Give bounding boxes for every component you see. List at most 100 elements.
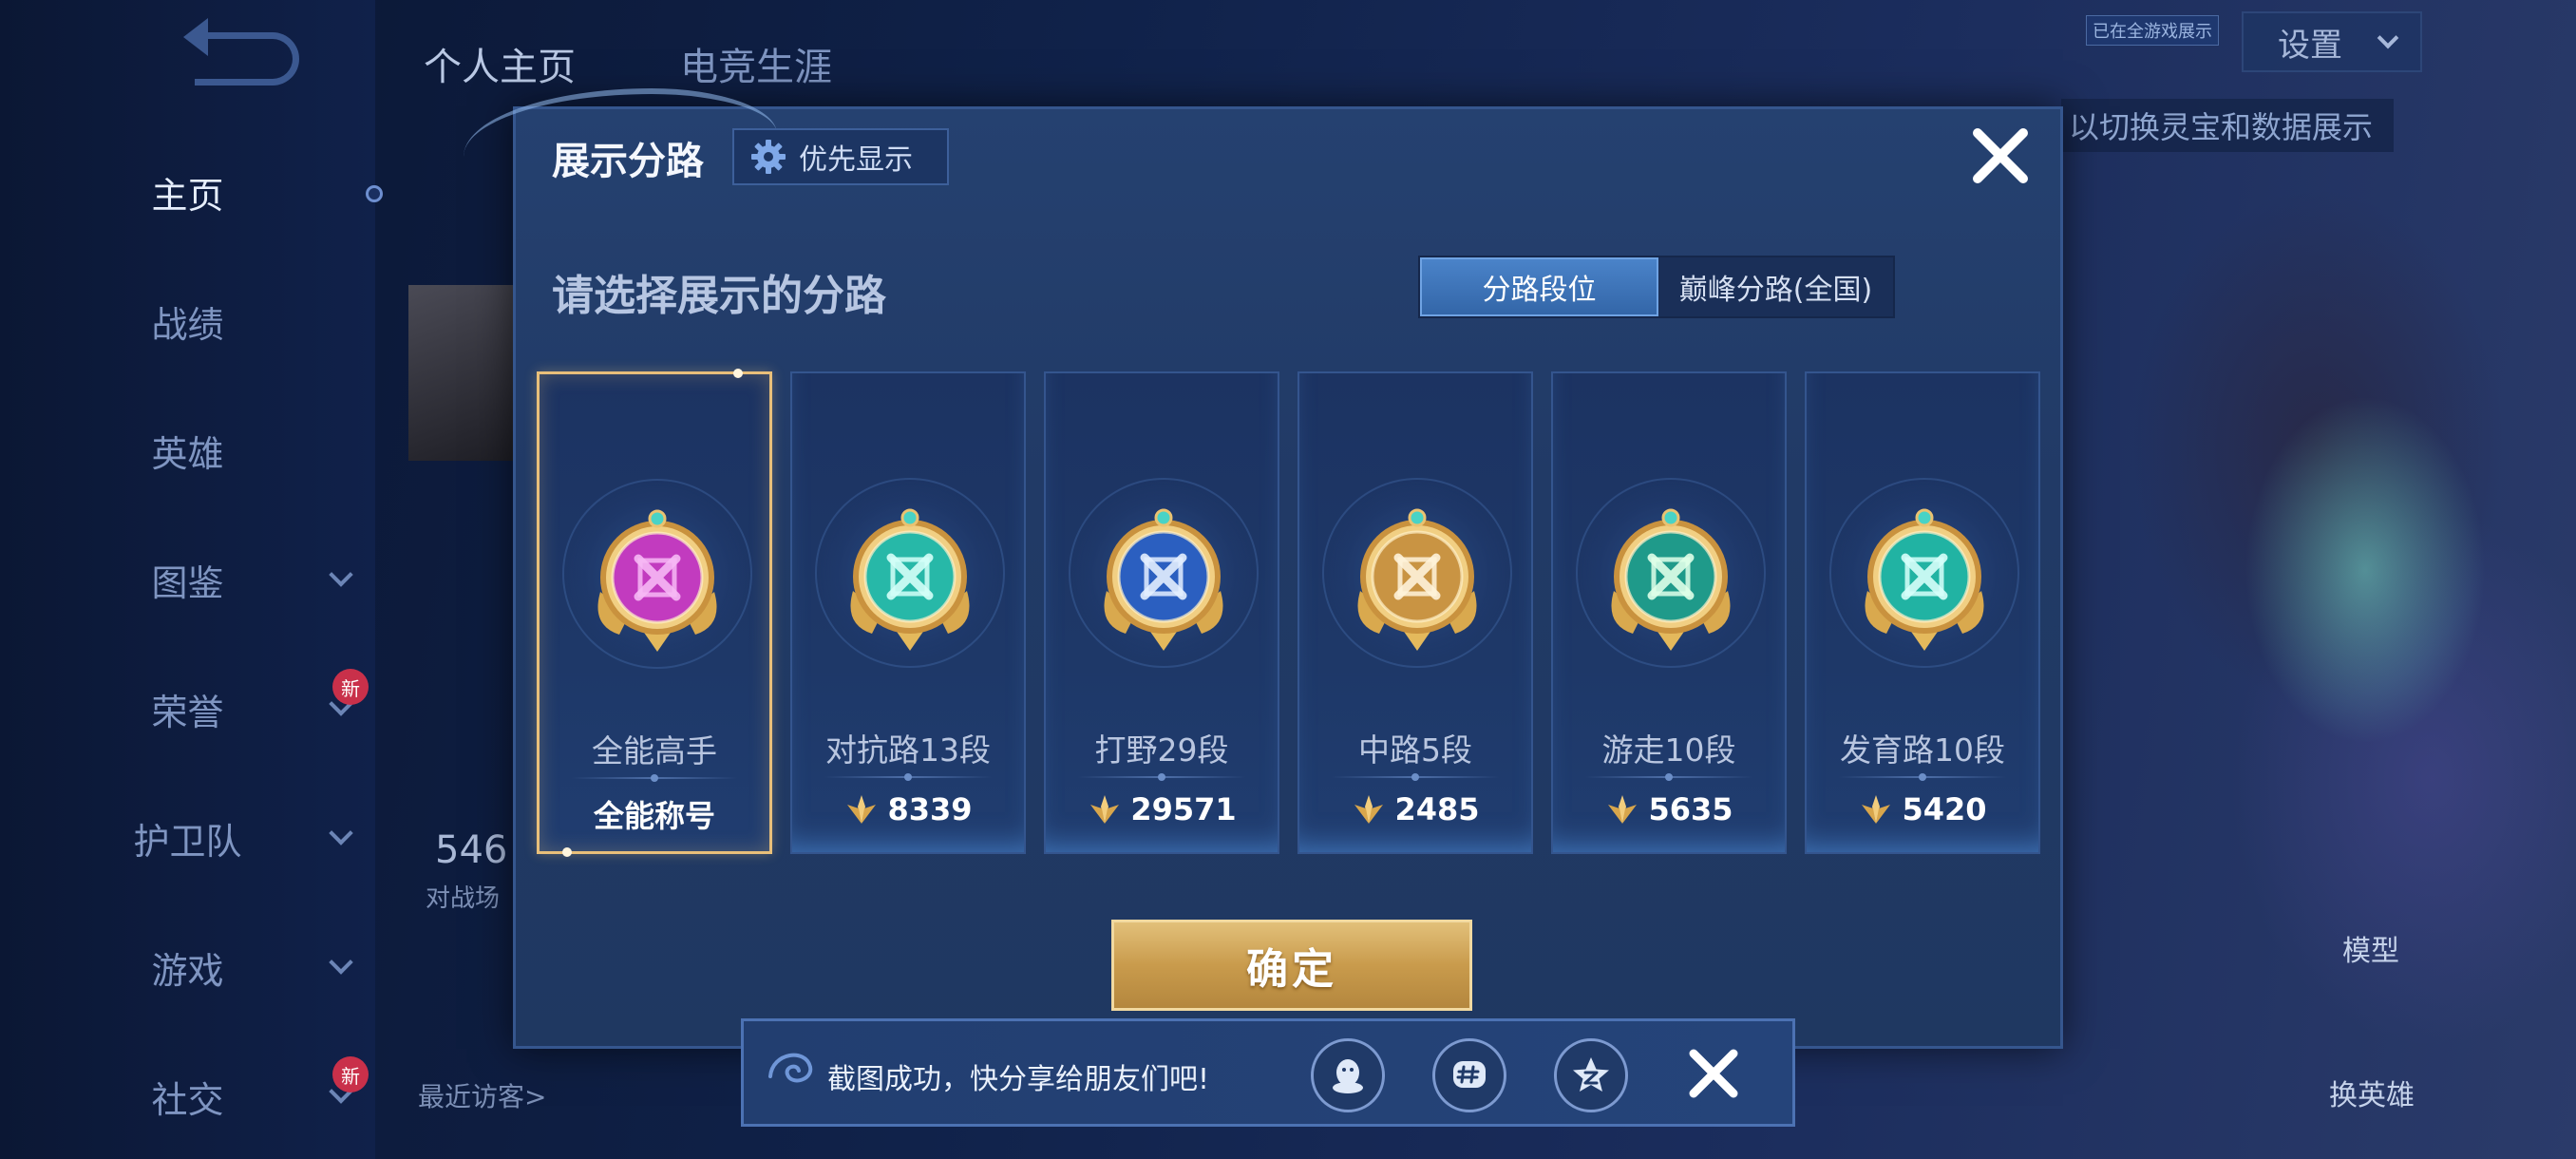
sidebar-item-label: 社交 bbox=[151, 1078, 224, 1121]
lane-card[interactable]: 中路5段 2485 bbox=[1297, 371, 1533, 854]
sidebar-item-label: 图鉴 bbox=[151, 561, 224, 604]
lane-score: 29571 bbox=[1046, 791, 1278, 827]
roam-icon bbox=[1611, 508, 1731, 651]
lane-card[interactable]: 全能高手 全能称号 bbox=[537, 369, 772, 857]
score-icon bbox=[1090, 795, 1120, 824]
toast-close-button[interactable] bbox=[1680, 1040, 1747, 1107]
close-icon bbox=[1973, 128, 2028, 183]
divider bbox=[1839, 773, 2006, 781]
lane-name: 发育路10段 bbox=[1840, 732, 2005, 769]
left-nav: 主页 战绩 英雄 图鉴 荣誉新护卫队 游戏 社交新 bbox=[0, 0, 383, 1159]
switch-hero-button[interactable]: 换英雄 bbox=[2329, 1072, 2415, 1113]
settings-label: 设置 bbox=[2278, 26, 2342, 65]
lane-name: 中路5段 bbox=[1358, 732, 1472, 769]
chevron-down-icon bbox=[329, 821, 353, 846]
sidebar-item-7[interactable]: 社交 新 bbox=[0, 1056, 375, 1134]
stat-caption: 对战场 bbox=[426, 884, 501, 913]
qq-icon bbox=[1333, 1059, 1363, 1093]
tab-esports-career[interactable]: 电竞生涯 bbox=[680, 36, 832, 91]
dialog-title: 展示分路 bbox=[552, 140, 704, 183]
lane-score-value: 2485 bbox=[1394, 791, 1480, 827]
sidebar-item-0[interactable]: 主页 bbox=[0, 154, 375, 230]
chevron-down-icon bbox=[329, 562, 353, 587]
divider bbox=[1078, 773, 1245, 781]
score-icon bbox=[1608, 795, 1638, 824]
lane-score-value: 5420 bbox=[1902, 791, 1987, 827]
sidebar-item-label: 荣誉 bbox=[151, 691, 224, 733]
divider bbox=[1332, 773, 1499, 781]
lane-name: 打野29段 bbox=[1094, 732, 1229, 769]
all-round-icon bbox=[597, 509, 717, 652]
sidebar-item-label: 战绩 bbox=[151, 303, 224, 346]
new-badge: 新 bbox=[332, 669, 369, 705]
recent-visitors-link[interactable]: 最近访客> bbox=[418, 1076, 546, 1114]
share-wechat-button[interactable] bbox=[1432, 1038, 1506, 1112]
sidebar-item-4[interactable]: 荣誉 新 bbox=[0, 669, 375, 747]
lane-name: 对抗路13段 bbox=[825, 732, 991, 769]
screenshot-toast: 截图成功，快分享给朋友们吧! bbox=[741, 1018, 1795, 1127]
sidebar-item-6[interactable]: 游戏 bbox=[0, 929, 375, 1005]
display-badge: 已在全游戏展示 bbox=[2086, 15, 2219, 46]
stat-number: 546 bbox=[435, 828, 508, 872]
farm-lane-icon bbox=[1865, 508, 1984, 651]
settings-button[interactable]: 设置 bbox=[2242, 11, 2422, 72]
lane-score: 2485 bbox=[1299, 791, 1531, 827]
divider bbox=[824, 773, 992, 781]
lane-score: 8339 bbox=[792, 791, 1024, 827]
corner-dot bbox=[562, 847, 572, 857]
divider bbox=[572, 774, 737, 782]
lane-score-value: 29571 bbox=[1130, 791, 1237, 827]
score-icon bbox=[1354, 795, 1384, 824]
tab-peak-lane-national[interactable]: 巅峰分路(全国) bbox=[1658, 257, 1893, 316]
share-qzone-button[interactable] bbox=[1554, 1038, 1628, 1112]
back-button[interactable] bbox=[183, 18, 299, 86]
sidebar-item-label: 英雄 bbox=[151, 432, 224, 475]
lane-score-value: 5635 bbox=[1648, 791, 1733, 827]
corner-dot bbox=[733, 369, 743, 378]
chevron-down-icon bbox=[329, 950, 353, 975]
lane-score-value: 全能称号 bbox=[593, 798, 715, 834]
share-qq-button[interactable] bbox=[1311, 1038, 1385, 1112]
jungle-icon bbox=[1104, 508, 1223, 651]
sidebar-item-1[interactable]: 战绩 bbox=[0, 283, 375, 359]
mid-lane-icon bbox=[1357, 508, 1477, 651]
priority-display-label: 优先显示 bbox=[799, 143, 913, 177]
sidebar-item-label: 游戏 bbox=[151, 949, 224, 992]
new-badge: 新 bbox=[332, 1056, 369, 1092]
tab-lane-rank[interactable]: 分路段位 bbox=[1420, 257, 1658, 316]
sidebar-item-label: 主页 bbox=[151, 174, 224, 217]
lane-card[interactable]: 对抗路13段 8339 bbox=[790, 371, 1026, 854]
priority-display-button[interactable]: 优先显示 bbox=[732, 128, 949, 185]
qzone-icon bbox=[1573, 1057, 1609, 1092]
lane-name: 全能高手 bbox=[592, 732, 717, 770]
lane-mode-toggle: 分路段位 巅峰分路(全国) bbox=[1418, 256, 1895, 318]
dialog-subtitle: 请选择展示的分路 bbox=[552, 272, 886, 320]
close-button[interactable] bbox=[1967, 123, 2034, 189]
sidebar-item-label: 护卫队 bbox=[133, 820, 242, 863]
lane-score: 5635 bbox=[1553, 791, 1785, 827]
tab-profile[interactable]: 个人主页 bbox=[424, 36, 576, 91]
lane-score: 全能称号 bbox=[540, 792, 769, 836]
clash-lane-icon bbox=[850, 508, 970, 651]
score-icon bbox=[1862, 795, 1891, 824]
active-indicator bbox=[366, 185, 383, 202]
lane-card[interactable]: 发育路10段 5420 bbox=[1805, 371, 2040, 854]
swirl-icon bbox=[768, 1053, 813, 1083]
switch-hint: 以切换灵宝和数据展示 bbox=[2061, 99, 2394, 152]
chevron-down-icon bbox=[2377, 27, 2399, 49]
sidebar-item-2[interactable]: 英雄 bbox=[0, 412, 375, 488]
sidebar-item-3[interactable]: 图鉴 bbox=[0, 542, 375, 618]
lane-card[interactable]: 游走10段 5635 bbox=[1551, 371, 1787, 854]
model-button[interactable]: 模型 bbox=[2342, 927, 2399, 969]
confirm-button[interactable]: 确定 bbox=[1111, 920, 1472, 1011]
toast-message: 截图成功，快分享给朋友们吧! bbox=[827, 1063, 1210, 1096]
wechat-moments-icon bbox=[1453, 1061, 1486, 1088]
close-icon bbox=[1689, 1049, 1738, 1098]
score-icon bbox=[847, 795, 877, 824]
lane-card[interactable]: 打野29段 29571 bbox=[1044, 371, 1279, 854]
lane-score: 5420 bbox=[1807, 791, 2038, 827]
lane-name: 游走10段 bbox=[1601, 732, 1736, 769]
divider bbox=[1585, 773, 1752, 781]
sidebar-item-5[interactable]: 护卫队 bbox=[0, 800, 375, 876]
gear-icon bbox=[751, 140, 786, 174]
